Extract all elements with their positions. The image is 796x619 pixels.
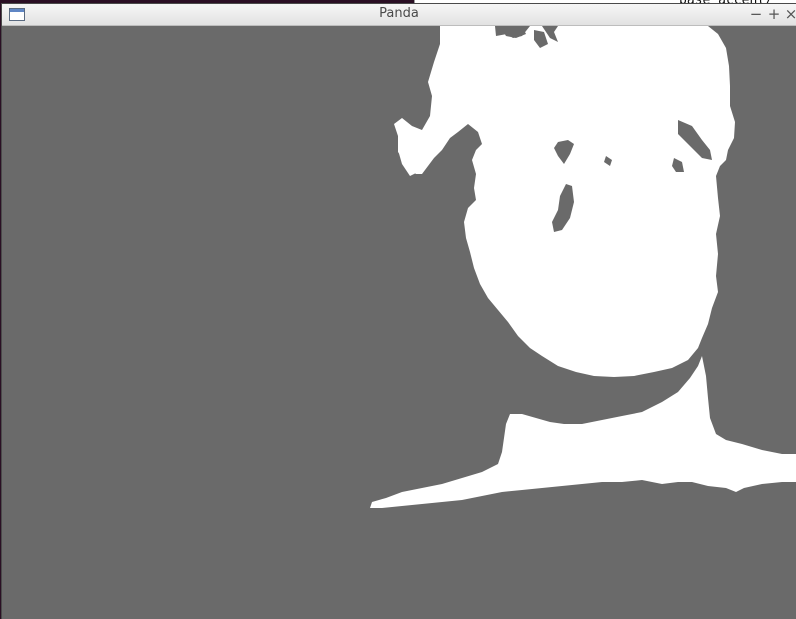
desktop: base_accent/ " Panda − + × bbox=[0, 0, 796, 619]
maximize-button[interactable]: + bbox=[766, 4, 782, 25]
close-button[interactable]: × bbox=[783, 4, 796, 25]
render-viewport[interactable] bbox=[2, 26, 796, 619]
minimize-button[interactable]: − bbox=[748, 4, 764, 25]
title-bar[interactable]: Panda − + × bbox=[2, 4, 796, 26]
panda-window[interactable]: Panda − + × bbox=[2, 4, 796, 619]
segmentation-mask-canvas bbox=[2, 26, 796, 619]
window-title: Panda bbox=[379, 6, 419, 21]
